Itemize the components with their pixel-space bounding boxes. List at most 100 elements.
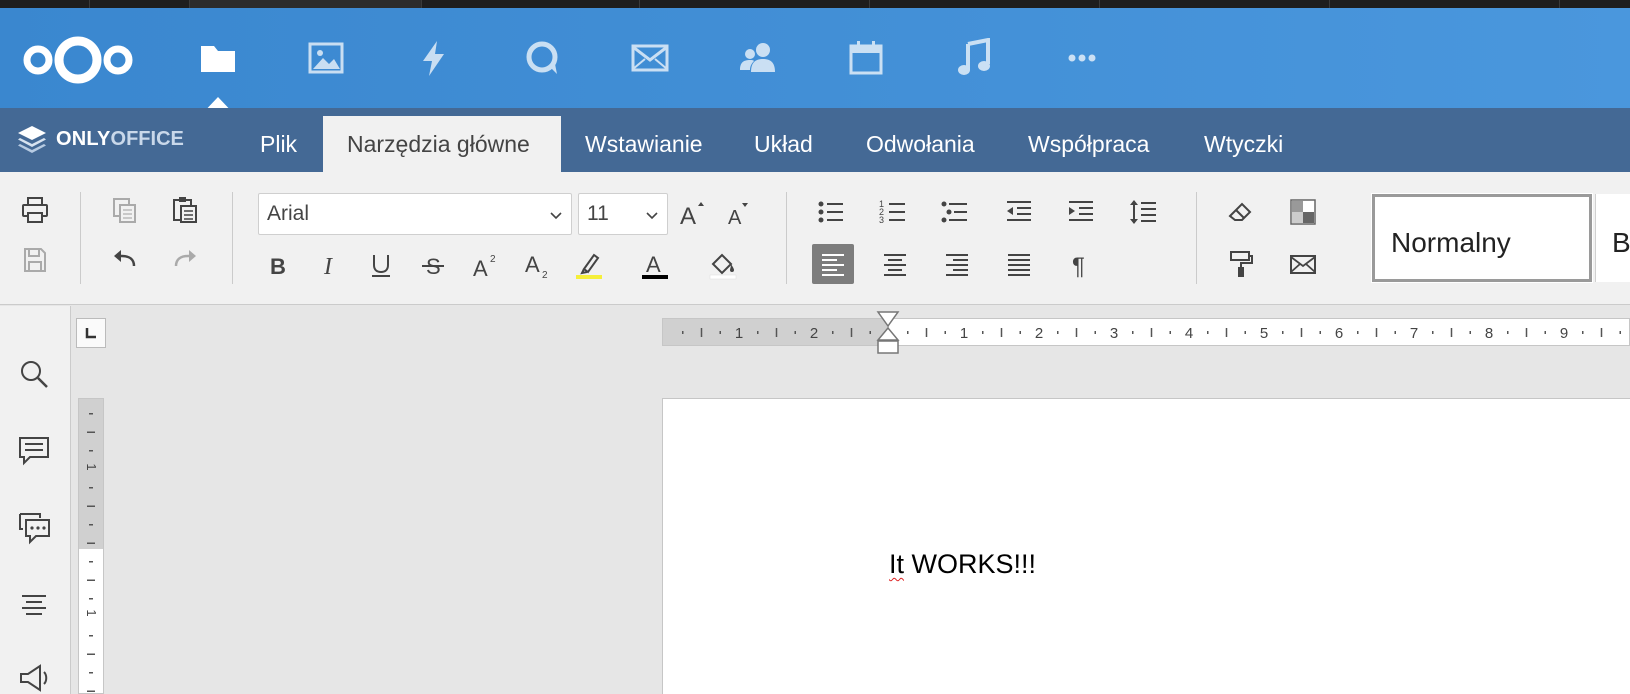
ruler-scale: 2 1 1 2 3 4 5 6 7 8 9 xyxy=(682,325,1621,342)
ruler-tick xyxy=(1357,331,1359,334)
underline-icon xyxy=(372,255,390,277)
ruler-tick xyxy=(1019,331,1021,334)
navigation-panel-button[interactable] xyxy=(12,582,56,626)
style-normal[interactable]: Normalny xyxy=(1371,193,1593,283)
chat-panel-button[interactable] xyxy=(12,506,56,550)
undo-button[interactable] xyxy=(104,240,146,280)
document-page[interactable]: It WORKS!!! xyxy=(662,398,1630,694)
tab-insert[interactable]: Wstawianie xyxy=(561,116,727,172)
ruler-label: 2 xyxy=(810,325,818,342)
ruler-tick xyxy=(1432,331,1434,334)
nonprinting-chars-button[interactable]: ¶ xyxy=(1060,244,1102,284)
italic-button[interactable]: I xyxy=(308,245,350,285)
nc-app-activity[interactable] xyxy=(402,26,466,90)
superscript-icon: A2 xyxy=(473,254,496,280)
document-paragraph[interactable]: It WORKS!!! xyxy=(889,549,1036,580)
ruler-tick xyxy=(1094,331,1096,334)
color-scheme-button[interactable] xyxy=(1282,192,1324,232)
comments-panel-button[interactable] xyxy=(12,428,56,472)
bullet-list-button[interactable] xyxy=(810,192,852,232)
tab-file[interactable]: Plik xyxy=(236,116,321,172)
horizontal-ruler[interactable]: 2 1 1 2 3 4 5 6 7 8 9 xyxy=(662,318,1630,346)
save-button[interactable] xyxy=(14,240,56,280)
onlyoffice-logo: ONLYOFFICE xyxy=(16,124,184,154)
svg-text:¶: ¶ xyxy=(1072,253,1085,279)
ruler-tick xyxy=(1150,328,1153,337)
ruler-tick xyxy=(1525,328,1528,337)
justify-button[interactable] xyxy=(998,244,1040,284)
tab-stop-selector[interactable] xyxy=(76,318,106,348)
ruler-tick xyxy=(1450,328,1453,337)
font-color-button[interactable]: A xyxy=(634,245,676,285)
font-size-select[interactable]: 11 xyxy=(578,193,668,235)
align-right-button[interactable] xyxy=(936,244,978,284)
ruler-tick xyxy=(944,331,946,334)
copy-button[interactable] xyxy=(104,190,146,230)
print-button[interactable] xyxy=(14,190,56,230)
superscript-button[interactable]: A2 xyxy=(464,245,506,285)
ruler-tick xyxy=(87,505,95,507)
tab-stop-left-icon xyxy=(85,328,96,339)
highlight-color-button[interactable] xyxy=(568,245,610,285)
tab-layout[interactable]: Układ xyxy=(730,116,837,172)
font-name-select[interactable]: Arial xyxy=(258,193,572,235)
nc-app-calendar[interactable] xyxy=(834,26,898,90)
nc-app-contacts[interactable] xyxy=(726,26,790,90)
mail-merge-button[interactable] xyxy=(1282,244,1324,284)
clear-style-button[interactable] xyxy=(1220,192,1262,232)
redo-button[interactable] xyxy=(164,240,206,280)
misspelled-word[interactable]: It xyxy=(889,549,904,579)
decrease-font-button[interactable]: A xyxy=(716,194,758,234)
numbered-list-button[interactable]: 123 xyxy=(872,192,914,232)
paste-button[interactable] xyxy=(164,190,206,230)
multilevel-list-button[interactable] xyxy=(934,192,976,232)
document-text-run[interactable]: WORKS!!! xyxy=(904,549,1037,579)
ruler-tick xyxy=(89,487,93,489)
logo-text-office: OFFICE xyxy=(110,127,184,150)
strikethrough-button[interactable]: S xyxy=(412,245,454,285)
nc-app-music[interactable] xyxy=(942,26,1006,90)
nc-app-mail[interactable] xyxy=(618,26,682,90)
copy-style-button[interactable] xyxy=(1220,244,1262,284)
increase-indent-button[interactable] xyxy=(1060,192,1102,232)
ruler-scale: 11 xyxy=(84,413,99,692)
underline-button[interactable] xyxy=(360,245,402,285)
vertical-ruler[interactable]: 11 xyxy=(78,398,104,694)
increase-font-button[interactable]: A xyxy=(670,194,712,234)
ruler-tick xyxy=(89,561,93,563)
svg-text:A: A xyxy=(728,207,742,229)
nc-app-talk[interactable] xyxy=(510,26,574,90)
bold-button[interactable]: B xyxy=(256,245,298,285)
align-left-button[interactable] xyxy=(812,244,854,284)
search-panel-button[interactable] xyxy=(12,352,56,396)
feedback-panel-button[interactable] xyxy=(12,656,56,694)
ruler-label: 5 xyxy=(1260,325,1268,342)
tab-references[interactable]: Odwołania xyxy=(842,116,999,172)
toolbar-separator xyxy=(80,192,81,284)
nextcloud-logo[interactable] xyxy=(16,30,140,90)
nextcloud-header xyxy=(0,8,1630,116)
svg-text:A: A xyxy=(646,252,661,277)
paragraph-shading-button[interactable] xyxy=(702,245,744,285)
style-heading[interactable]: B xyxy=(1595,194,1630,282)
envelope-icon xyxy=(1290,255,1316,274)
image-icon xyxy=(308,42,344,74)
indent-marker[interactable] xyxy=(876,310,900,356)
line-spacing-button[interactable] xyxy=(1122,192,1164,232)
decrease-indent-button[interactable] xyxy=(998,192,1040,232)
tab-plugins[interactable]: Wtyczki xyxy=(1180,116,1307,172)
svg-text:2: 2 xyxy=(490,254,496,265)
talk-icon xyxy=(526,41,558,74)
paste-icon xyxy=(173,197,197,223)
ruler-tick xyxy=(1244,331,1246,334)
align-center-button[interactable] xyxy=(874,244,916,284)
nc-app-files[interactable] xyxy=(186,26,250,90)
nc-app-photos[interactable] xyxy=(294,26,358,90)
nc-app-more[interactable] xyxy=(1050,26,1114,90)
tab-collaboration[interactable]: Współpraca xyxy=(1004,116,1173,172)
ruler-label: 1 xyxy=(84,463,99,470)
tab-home[interactable]: Narzędzia główne xyxy=(323,116,561,172)
subscript-button[interactable]: A2 xyxy=(516,245,558,285)
svg-text:A: A xyxy=(680,203,696,229)
paint-bucket-icon xyxy=(709,253,737,280)
